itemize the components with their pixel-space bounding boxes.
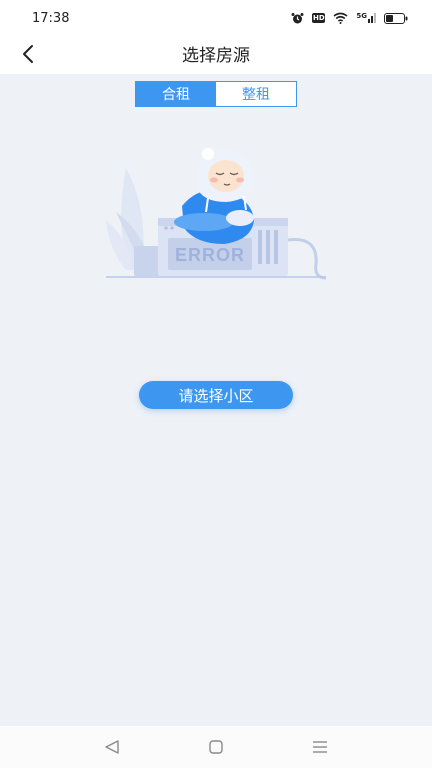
- back-triangle-icon: [105, 740, 119, 754]
- wifi-icon: [333, 12, 348, 24]
- select-community-button[interactable]: 请选择小区: [139, 381, 293, 409]
- network-label: 5G: [356, 12, 367, 20]
- status-icons: HD 5G: [291, 12, 408, 25]
- tab-whole-rent[interactable]: 整租: [216, 82, 296, 106]
- status-bar: 17:38 HD 5G: [0, 0, 432, 36]
- status-time: 17:38: [32, 10, 70, 26]
- home-square-icon: [209, 740, 223, 754]
- system-nav-bar: [0, 726, 432, 768]
- error-text: ERROR: [175, 245, 245, 265]
- system-back-button[interactable]: [97, 732, 127, 762]
- header-bar: 选择房源: [0, 36, 432, 74]
- system-home-button[interactable]: [201, 732, 231, 762]
- system-recents-button[interactable]: [305, 732, 335, 762]
- page-title: 选择房源: [182, 46, 250, 66]
- tab-shared-rent[interactable]: 合租: [136, 82, 216, 106]
- 5g-signal-icon: 5G: [356, 13, 376, 23]
- menu-lines-icon: [313, 741, 327, 753]
- rental-type-tabs: 合租 整租: [135, 81, 297, 107]
- hd-icon: HD: [312, 13, 326, 23]
- battery-icon: [384, 12, 408, 24]
- alarm-icon: [291, 12, 304, 23]
- error-illustration: ERROR: [106, 148, 327, 280]
